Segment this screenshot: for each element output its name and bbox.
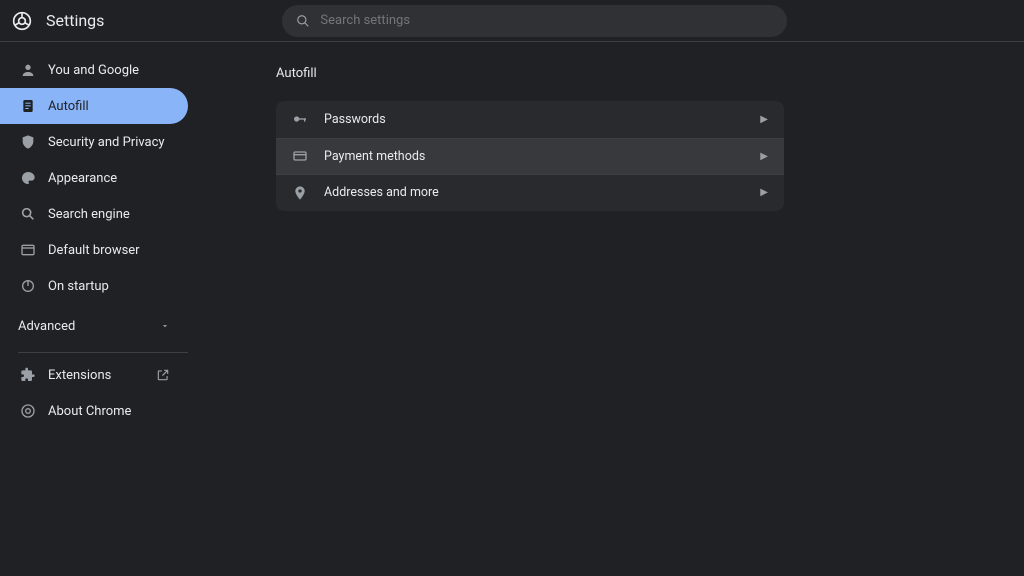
browser-icon — [18, 242, 38, 258]
top-bar: Settings — [0, 0, 1024, 42]
search-box[interactable] — [282, 5, 787, 37]
extension-icon — [18, 367, 38, 383]
chrome-logo-icon — [12, 11, 32, 31]
sidebar-item-label: Security and Privacy — [48, 135, 165, 150]
sidebar-item-label: Extensions — [48, 368, 111, 383]
row-label: Addresses and more — [324, 185, 760, 200]
settings-card: Passwords ▶ Payment methods ▶ Addresses … — [276, 101, 784, 211]
shield-icon — [18, 134, 38, 150]
page-heading: Settings — [46, 11, 104, 30]
chevron-right-icon: ▶ — [760, 187, 768, 198]
row-label: Passwords — [324, 112, 760, 127]
main-content: Autofill Passwords ▶ Payment methods ▶ A… — [236, 42, 1024, 576]
chevron-right-icon: ▶ — [760, 114, 768, 125]
sidebar-item-you-and-google[interactable]: You and Google — [0, 52, 188, 88]
external-link-icon — [156, 368, 170, 382]
palette-icon — [18, 170, 38, 186]
power-icon — [18, 278, 38, 294]
chevron-right-icon: ▶ — [760, 151, 768, 162]
sidebar-item-autofill[interactable]: Autofill — [0, 88, 188, 124]
sidebar-divider — [18, 352, 188, 353]
sidebar-item-label: About Chrome — [48, 404, 131, 419]
sidebar-advanced-toggle[interactable]: Advanced — [0, 304, 188, 348]
sidebar: You and Google Autofill Security and Pri… — [0, 42, 236, 576]
sidebar-item-label: Search engine — [48, 207, 130, 222]
sidebar-item-security-and-privacy[interactable]: Security and Privacy — [0, 124, 188, 160]
sidebar-item-appearance[interactable]: Appearance — [0, 160, 188, 196]
sidebar-item-label: Appearance — [48, 171, 117, 186]
autofill-icon — [18, 98, 38, 114]
sidebar-item-label: Default browser — [48, 243, 140, 258]
key-icon — [292, 111, 312, 127]
sidebar-item-about-chrome[interactable]: About Chrome — [0, 393, 188, 429]
row-addresses-and-more[interactable]: Addresses and more ▶ — [276, 174, 784, 211]
sidebar-item-on-startup[interactable]: On startup — [0, 268, 188, 304]
sidebar-item-search-engine[interactable]: Search engine — [0, 196, 188, 232]
sidebar-item-extensions[interactable]: Extensions — [0, 357, 188, 393]
search-input[interactable] — [320, 13, 773, 28]
search-icon — [296, 14, 310, 28]
row-payment-methods[interactable]: Payment methods ▶ — [276, 138, 784, 175]
search-icon — [18, 206, 38, 222]
sidebar-item-label: On startup — [48, 279, 109, 294]
row-passwords[interactable]: Passwords ▶ — [276, 101, 784, 138]
page-title: Autofill — [276, 66, 1024, 81]
sidebar-item-default-browser[interactable]: Default browser — [0, 232, 188, 268]
chevron-down-icon — [160, 321, 170, 331]
sidebar-item-label: Autofill — [48, 99, 89, 114]
chrome-icon — [18, 403, 38, 419]
row-label: Payment methods — [324, 149, 760, 164]
sidebar-item-label: You and Google — [48, 63, 139, 78]
person-icon — [18, 62, 38, 78]
advanced-label: Advanced — [18, 319, 75, 334]
credit-card-icon — [292, 148, 312, 164]
location-icon — [292, 185, 312, 201]
